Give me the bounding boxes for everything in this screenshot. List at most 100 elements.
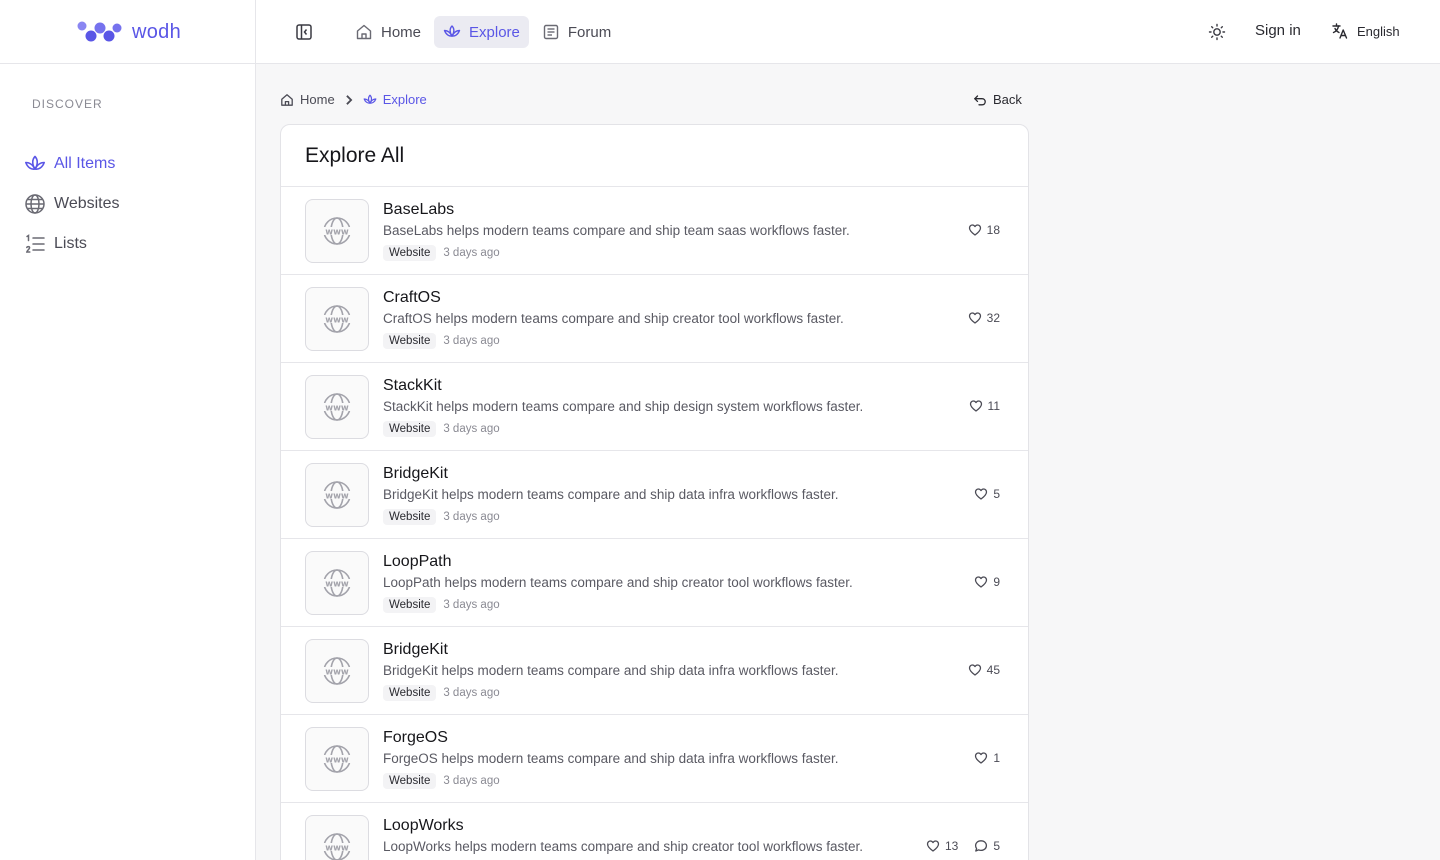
breadcrumb-home[interactable]: Home <box>280 92 335 107</box>
document-icon <box>543 24 559 40</box>
like-count: 13 <box>944 839 959 853</box>
like-button[interactable]: 13 <box>926 839 958 853</box>
list-item[interactable]: www BaseLabs BaseLabs helps modern teams… <box>281 187 1028 275</box>
sign-in-link[interactable]: Sign in <box>1255 22 1301 39</box>
like-button[interactable]: 5 <box>974 487 1000 501</box>
nav-home[interactable]: Home <box>346 16 430 48</box>
item-thumbnail: www <box>305 639 369 703</box>
heart-icon <box>975 488 988 500</box>
item-thumbnail: www <box>305 375 369 439</box>
breadcrumb-current-label: Explore <box>382 92 427 107</box>
home-icon <box>356 24 372 40</box>
sidebar-item-websites[interactable]: Websites <box>24 184 234 224</box>
item-name: ForgeOS <box>383 729 448 746</box>
sidebar-item-all-items[interactable]: All Items <box>24 144 234 184</box>
like-button[interactable]: 1 <box>974 751 1000 765</box>
header-divider <box>255 0 256 64</box>
svg-text:www: www <box>325 404 349 414</box>
heart-icon <box>975 576 988 588</box>
like-count: 5 <box>993 487 1000 501</box>
item-thumbnail: www <box>305 199 369 263</box>
nav-forum-label: Forum <box>567 23 612 41</box>
list-item[interactable]: www LoopPath LoopPath helps modern teams… <box>281 539 1028 627</box>
list-item[interactable]: www BridgeKit BridgeKit helps modern tea… <box>281 627 1028 715</box>
www-globe-icon: www <box>323 833 351 860</box>
www-globe-icon: www <box>323 569 351 597</box>
back-button[interactable]: Back <box>973 92 1022 107</box>
svg-text:www: www <box>325 668 349 678</box>
like-count: 11 <box>987 399 1000 413</box>
www-globe-icon: www <box>323 393 351 421</box>
item-timestamp: 3 days ago <box>443 599 500 611</box>
comment-icon <box>975 840 988 852</box>
list-item[interactable]: www CraftOS CraftOS helps modern teams c… <box>281 275 1028 363</box>
chevron-right-icon <box>345 94 353 105</box>
list-item[interactable]: www LoopWorks LoopWorks helps modern tea… <box>281 803 1028 860</box>
breadcrumb-home-label: Home <box>300 92 335 107</box>
item-thumbnail: www <box>305 815 369 860</box>
item-description: BridgeKit helps modern teams compare and… <box>383 663 839 678</box>
like-button[interactable]: 9 <box>974 575 1000 589</box>
item-name: BridgeKit <box>383 465 448 482</box>
item-type-badge: Website <box>383 245 437 261</box>
sidebar-collapse-icon <box>296 24 312 40</box>
like-button[interactable]: 18 <box>968 223 1000 237</box>
item-timestamp: 3 days ago <box>443 335 500 347</box>
item-type-badge: Website <box>383 685 437 701</box>
svg-text:www: www <box>325 844 349 854</box>
item-stats: 13 5 <box>926 839 1000 853</box>
item-name: BridgeKit <box>383 641 448 658</box>
sidebar-toggle-button[interactable] <box>294 22 314 42</box>
item-timestamp: 3 days ago <box>443 247 500 259</box>
breadcrumb-explore[interactable]: Explore <box>363 92 427 107</box>
lotus-icon <box>443 25 461 37</box>
back-button-label: Back <box>993 92 1022 107</box>
item-description: CraftOS helps modern teams compare and s… <box>383 311 844 326</box>
brand-logo[interactable]: wodh <box>76 19 181 45</box>
sidebar-section-title: DISCOVER <box>32 97 103 111</box>
item-name: LoopWorks <box>383 817 464 834</box>
list-item[interactable]: www BridgeKit BridgeKit helps modern tea… <box>281 451 1028 539</box>
ordered-list-icon <box>25 234 45 253</box>
brand-name: wodh <box>132 20 182 43</box>
comment-button[interactable]: 5 <box>974 839 1000 853</box>
translate-icon <box>1332 23 1348 39</box>
sidebar-list: All Items Websites Lists <box>24 144 234 264</box>
sidebar-item-label: Lists <box>54 235 87 252</box>
item-type-badge: Website <box>383 333 437 349</box>
item-type-badge: Website <box>383 509 437 525</box>
item-description: BridgeKit helps modern teams compare and… <box>383 487 839 502</box>
item-thumbnail: www <box>305 551 369 615</box>
item-meta: Website 3 days ago <box>383 773 500 789</box>
lotus-icon <box>363 94 377 104</box>
item-stats: 32 <box>968 311 1000 325</box>
logo-icon <box>77 21 122 42</box>
sidebar-item-label: Websites <box>54 195 120 212</box>
item-name: LoopPath <box>383 553 452 570</box>
nav-explore-label: Explore <box>469 23 520 41</box>
back-arrow-icon <box>974 94 986 105</box>
nav-forum[interactable]: Forum <box>533 16 620 48</box>
top-header: wodh Home Explore Forum Sign in English <box>0 0 1440 64</box>
heart-icon <box>968 224 981 236</box>
svg-text:www: www <box>325 316 349 326</box>
like-button[interactable]: 11 <box>969 399 1000 413</box>
sidebar-item-lists[interactable]: Lists <box>24 224 234 264</box>
item-description: LoopWorks helps modern teams compare and… <box>383 839 863 854</box>
like-button[interactable]: 45 <box>968 663 1000 677</box>
item-name: CraftOS <box>383 289 441 306</box>
nav-explore[interactable]: Explore <box>434 16 529 48</box>
theme-toggle-button[interactable] <box>1206 21 1228 43</box>
item-meta: Website 3 days ago <box>383 509 500 525</box>
item-stats: 1 <box>974 751 1000 765</box>
breadcrumb: Home Explore <box>280 92 427 107</box>
list-item[interactable]: www ForgeOS ForgeOS helps modern teams c… <box>281 715 1028 803</box>
www-globe-icon: www <box>323 305 351 333</box>
www-globe-icon: www <box>323 481 351 509</box>
item-stats: 11 <box>969 399 1000 413</box>
home-icon <box>281 93 293 106</box>
like-button[interactable]: 32 <box>968 311 1000 325</box>
language-selector[interactable]: English <box>1331 22 1400 40</box>
www-globe-icon: www <box>323 657 351 685</box>
list-item[interactable]: www StackKit StackKit helps modern teams… <box>281 363 1028 451</box>
